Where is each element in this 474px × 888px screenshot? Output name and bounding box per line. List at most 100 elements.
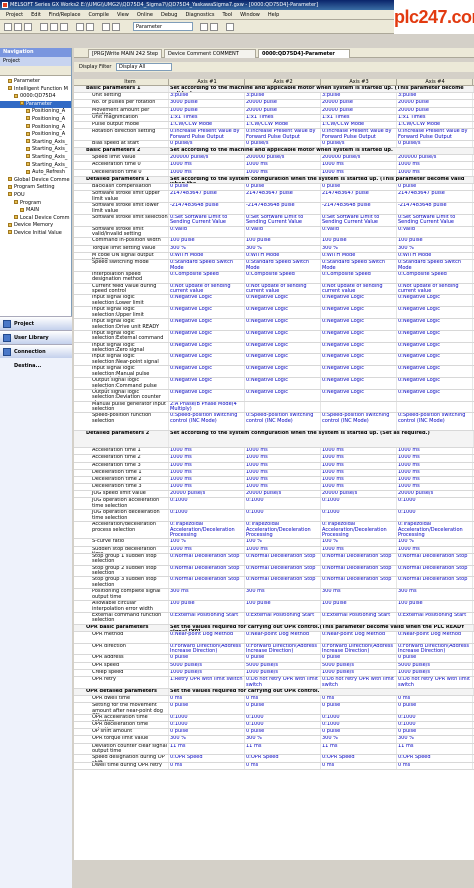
parameter-row[interactable]: Deceleration time 1 1000 ms 1000 ms 1000 ms… bbox=[74, 469, 474, 477]
axis-4-value[interactable]: 1000 ms bbox=[397, 455, 473, 462]
new-project-icon[interactable] bbox=[4, 23, 12, 31]
axis-1-value[interactable]: 20000 pulse/s bbox=[169, 491, 245, 498]
axis-3-value[interactable]: 20000 pulse/s bbox=[321, 491, 397, 498]
axis-2-value[interactable]: 0:Negative Logic bbox=[245, 354, 321, 366]
axis-1-value[interactable]: 100 pulse bbox=[169, 600, 245, 612]
axis-4-value[interactable]: 20000 pulse bbox=[397, 107, 473, 114]
tree-item[interactable]: Intelligent Function M bbox=[0, 86, 71, 94]
axis-3-value[interactable]: 0:Negative Logic bbox=[321, 366, 397, 377]
axis-4-value[interactable]: 1000 ms bbox=[397, 169, 473, 176]
axis-2-value[interactable]: 1000 pulse/s bbox=[245, 669, 321, 676]
axis-1-value[interactable]: 100 pulse bbox=[169, 238, 245, 245]
tree-item[interactable]: Starting_Axis_ bbox=[0, 139, 71, 147]
axis-2-value[interactable]: 100 % bbox=[245, 539, 321, 546]
tree-item[interactable]: Auto_Refresh bbox=[0, 169, 71, 177]
axis-1-value[interactable]: 5000 pulse/s bbox=[169, 662, 245, 669]
axis-3-value[interactable]: 0 pulse bbox=[321, 655, 397, 662]
axis-3-value[interactable]: 0 ms bbox=[321, 695, 397, 703]
parameter-row[interactable]: JOG operation acceleration time selectio… bbox=[74, 498, 474, 511]
axis-4-value[interactable]: 1000 ms bbox=[397, 484, 473, 491]
axis-1-value[interactable]: 200000 pulse/s bbox=[169, 155, 245, 162]
axis-1-value[interactable]: 0:Forward Direction(Address Increase Dir… bbox=[169, 643, 245, 655]
axis-2-value[interactable]: 0:Near-point Dog Method bbox=[245, 631, 321, 643]
axis-1-value[interactable]: 11 ms bbox=[169, 743, 245, 755]
axis-4-value[interactable]: 5000 pulse/s bbox=[397, 662, 473, 669]
menu-item[interactable]: View bbox=[117, 12, 129, 18]
axis-4-value[interactable]: 200000 pulse/s bbox=[397, 155, 473, 162]
axis-2-value[interactable]: 0:Increase Present Value by Forward Puls… bbox=[245, 129, 321, 140]
axis-2-value[interactable]: 1000 ms bbox=[245, 162, 321, 169]
axis-1-value[interactable]: 1000 ms bbox=[169, 476, 245, 484]
axis-2-value[interactable]: 0:Negative Logic bbox=[245, 389, 321, 401]
parameter-row[interactable]: JOG speed limit value 20000 pulse/s 20000 … bbox=[74, 491, 474, 499]
parameter-row[interactable]: Output signal logic selection:Deviation … bbox=[74, 389, 474, 402]
parameter-row[interactable]: Positioning complete signal output time 3… bbox=[74, 589, 474, 601]
axis-1-value[interactable]: 1:Retry OPR with limit switch bbox=[169, 676, 245, 688]
axis-2-value[interactable]: 0:Normal Deceleration Stop bbox=[245, 553, 321, 565]
tree-item[interactable]: Device Initial Value bbox=[0, 230, 71, 238]
axis-1-value[interactable]: 0:Composite Speed bbox=[169, 271, 245, 283]
axis-3-value[interactable]: 300 % bbox=[321, 245, 397, 252]
axis-4-value[interactable]: 0:Standard Speed Switch Mode bbox=[397, 259, 473, 271]
axis-4-value[interactable]: 0:Negative Logic bbox=[397, 377, 473, 389]
copy-icon[interactable] bbox=[50, 23, 58, 31]
axis-4-value[interactable]: 0:External Positioning Start bbox=[397, 612, 473, 624]
parameter-row[interactable]: Sudden stop deceleration time1000 ms1000… bbox=[74, 546, 474, 554]
axis-1-value[interactable]: 0:1000 bbox=[169, 510, 245, 522]
axis-4-value[interactable]: 0:Set Software Limit to Sending Current … bbox=[397, 214, 473, 226]
axis-2-value[interactable]: 0 pulse bbox=[245, 703, 321, 714]
axis-1-value[interactable]: 100 % bbox=[169, 539, 245, 546]
axis-2-value[interactable]: 20000 pulse bbox=[245, 100, 321, 107]
menu-item[interactable]: Find/Replace bbox=[49, 12, 81, 18]
monitor-icon[interactable] bbox=[112, 23, 120, 31]
axis-4-value[interactable]: 1000 ms bbox=[397, 448, 473, 455]
axis-2-value[interactable] bbox=[245, 401, 321, 413]
axis-1-value[interactable]: 0:Negative Logic bbox=[169, 389, 245, 401]
parameter-row[interactable]: Acceleration/deceleration process select… bbox=[74, 522, 474, 540]
axis-2-value[interactable]: 100 pulse bbox=[245, 238, 321, 245]
tree-item[interactable]: Positioning_A bbox=[0, 108, 71, 116]
axis-2-value[interactable]: 0:WITH Mode bbox=[245, 252, 321, 259]
axis-3-value[interactable]: 0:Do not retry OPR with limit switch bbox=[321, 676, 397, 688]
axis-3-value[interactable]: 100 % bbox=[321, 539, 397, 546]
axis-1-value[interactable]: 0:WITH Mode bbox=[169, 252, 245, 259]
parameter-row[interactable]: Acceleration time 1 1000 ms 1000 ms 1000 ms… bbox=[74, 448, 474, 456]
axis-4-value[interactable]: 20000 pulse/s bbox=[397, 491, 473, 498]
tree-item[interactable]: Global Device Comme bbox=[0, 177, 71, 185]
axis-3-value[interactable]: 0:1000 bbox=[321, 498, 397, 510]
axis-3-value[interactable]: 11 ms bbox=[321, 743, 397, 755]
cut-icon[interactable] bbox=[40, 23, 48, 31]
axis-1-value[interactable]: 0:Speed-position switching control (INC … bbox=[169, 413, 245, 430]
axis-4-value[interactable]: 0:Do not retry OPR with limit switch bbox=[397, 676, 473, 688]
parameter-row[interactable]: Unit setting 3:pulse 3:pulse 3:pulse 3:pulse bbox=[74, 93, 474, 101]
axis-2-value[interactable]: 0 pulse bbox=[245, 729, 321, 736]
axis-4-value[interactable]: 0:Negative Logic bbox=[397, 366, 473, 377]
axis-2-value[interactable]: 300 % bbox=[245, 736, 321, 743]
parameter-row[interactable]: Current feed value during speed control 0… bbox=[74, 283, 474, 296]
axis-4-value[interactable]: 1000 ms bbox=[397, 469, 473, 476]
axis-4-value[interactable]: 0 pulse/s bbox=[397, 140, 473, 148]
axis-3-value[interactable]: 0:Negative Logic bbox=[321, 377, 397, 389]
axis-4-value[interactable]: 300 % bbox=[397, 245, 473, 252]
section-row[interactable]: OPR detailed parameters Set the values re… bbox=[74, 688, 474, 696]
axis-1-value[interactable]: 0:Negative Logic bbox=[169, 354, 245, 366]
axis-1-value[interactable]: 2147483647 pulse bbox=[169, 191, 245, 203]
axis-2-value[interactable]: 0:Negative Logic bbox=[245, 342, 321, 354]
menu-item[interactable]: Project bbox=[6, 12, 23, 18]
axis-4-value[interactable]: 0:1000 bbox=[397, 498, 473, 510]
axis-3-value[interactable]: 100 pulse bbox=[321, 238, 397, 245]
tree-item[interactable]: Device Memory bbox=[0, 222, 71, 230]
parameter-row[interactable]: OPR retry 1:Retry OPR with limit switch 0:… bbox=[74, 676, 474, 689]
axis-4-value[interactable]: 0:Normal Deceleration Stop bbox=[397, 565, 473, 577]
menu-item[interactable]: Diagnostics bbox=[185, 12, 214, 18]
axis-4-value[interactable]: 0:Increase Present Value by Forward Puls… bbox=[397, 129, 473, 140]
parameter-row[interactable]: Creep speed 1000 pulse/s 1000 pulse/s 1000 … bbox=[74, 669, 474, 677]
axis-3-value[interactable]: 0:Negative Logic bbox=[321, 307, 397, 318]
axis-2-value[interactable]: 0:Normal Deceleration Stop bbox=[245, 577, 321, 589]
display-filter-select[interactable]: Display All bbox=[116, 63, 172, 71]
find-icon[interactable] bbox=[226, 23, 234, 31]
axis-3-value[interactable]: 2147483647 pulse bbox=[321, 191, 397, 203]
tab-main-program[interactable]: [PRG]Write MAIN 242 Step bbox=[88, 49, 162, 58]
axis-2-value[interactable]: 1000 ms bbox=[245, 455, 321, 462]
axis-3-value[interactable]: 300 % bbox=[321, 736, 397, 743]
